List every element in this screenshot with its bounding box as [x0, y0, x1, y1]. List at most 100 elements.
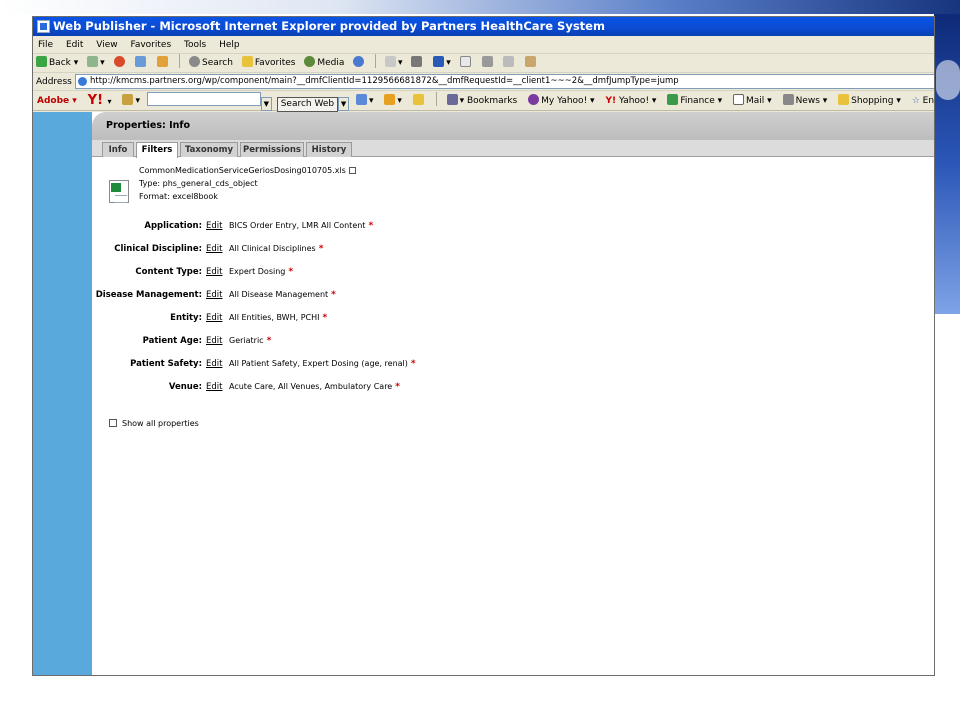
menu-favorites[interactable]: Favorites: [125, 36, 176, 54]
edit-link[interactable]: Edit: [206, 267, 222, 277]
adobe-label: Adobe: [37, 96, 70, 106]
edit-link[interactable]: Edit: [206, 290, 222, 300]
news-icon: [782, 94, 794, 105]
popup-blocker-icon: [412, 94, 424, 105]
left-nav-bar: [33, 112, 92, 675]
property-value: Acute Care, All Venues, Ambulatory Care *: [229, 382, 400, 392]
discuss-button[interactable]: [457, 54, 476, 73]
tab-history[interactable]: History: [306, 142, 352, 157]
toolbar-separator: [179, 54, 181, 68]
toolbar-separator: [435, 92, 437, 106]
back-button[interactable]: Back ▾: [33, 54, 81, 73]
slide-canvas: Web Publisher - Microsoft Internet Explo…: [0, 0, 960, 720]
shopping-bag-icon: [838, 94, 850, 105]
tab-filters[interactable]: Filters: [136, 142, 178, 158]
yahoo-toolbar: Adobe ▾ Y! ▾ ▾ ▼ Search Web ▼ ▾ ▾ ▾ Bookm…: [33, 91, 934, 112]
file-type: Type: phs_general_cds_object: [139, 179, 258, 188]
news-button[interactable]: News ▾: [779, 91, 832, 111]
refresh-button[interactable]: [132, 54, 151, 73]
toolbar-separator: [375, 54, 377, 68]
finance-button[interactable]: Finance ▾: [663, 91, 726, 111]
mail-icon: [385, 56, 397, 67]
edit-file-icon[interactable]: [348, 167, 356, 174]
menu-edit[interactable]: Edit: [61, 36, 88, 54]
popup-blocker-button[interactable]: [409, 91, 430, 111]
edit-link[interactable]: Edit: [206, 359, 222, 369]
adobe-button[interactable]: Adobe ▾: [33, 91, 81, 111]
menu-bar: File Edit View Favorites Tools Help: [33, 36, 934, 54]
property-label: Application:: [144, 221, 202, 231]
bookmarks-button[interactable]: ▾ Bookmarks: [443, 91, 522, 111]
print-button[interactable]: [408, 54, 427, 73]
browser-window: Web Publisher - Microsoft Internet Explo…: [32, 16, 935, 676]
scissors-icon: [481, 56, 493, 67]
shield-icon: [384, 94, 396, 105]
paste-button[interactable]: [522, 54, 541, 73]
required-marker: *: [266, 336, 272, 346]
word-edit-button[interactable]: ▾: [430, 54, 454, 73]
edit-link[interactable]: Edit: [206, 382, 222, 392]
show-all-properties-checkbox[interactable]: [109, 419, 117, 427]
my-yahoo-button[interactable]: My Yahoo! ▾: [524, 91, 598, 111]
antispy-button[interactable]: ▾: [380, 91, 406, 111]
yahoo-search-input[interactable]: [146, 92, 261, 106]
search-web-button[interactable]: Search Web: [276, 97, 339, 112]
cut-button[interactable]: [479, 54, 498, 73]
property-label: Venue:: [168, 382, 202, 392]
tab-info[interactable]: Info: [102, 142, 134, 157]
property-value: Geriatric *: [229, 336, 272, 346]
menu-file[interactable]: File: [33, 36, 58, 54]
highlight-button[interactable]: ▾: [352, 91, 378, 111]
copy-button[interactable]: [500, 54, 519, 73]
pencil-button[interactable]: ▾: [118, 91, 144, 111]
stop-icon: [113, 56, 125, 67]
properties-panel: Properties: Info Info Filters Taxonomy P…: [92, 112, 934, 675]
tab-permissions[interactable]: Permissions: [240, 142, 304, 157]
address-label: Address: [36, 77, 72, 87]
forward-button[interactable]: ▾: [84, 54, 108, 73]
history-button[interactable]: [350, 54, 369, 73]
highlight-icon: [356, 94, 367, 105]
home-button[interactable]: [154, 54, 173, 73]
entertainment-button[interactable]: ☆ Entertainment ▾: [908, 91, 934, 111]
mail-button[interactable]: Mail ▾: [729, 91, 776, 111]
paste-icon: [525, 56, 537, 67]
edit-link[interactable]: Edit: [206, 244, 222, 254]
slide-swoosh-highlight: [936, 60, 960, 100]
back-arrow-icon: [36, 56, 47, 67]
property-label: Entity:: [170, 313, 202, 323]
property-value: All Patient Safety, Expert Dosing (age, …: [229, 359, 416, 369]
tab-taxonomy[interactable]: Taxonomy: [180, 142, 238, 157]
slide-right-swoosh: [934, 14, 960, 314]
media-button[interactable]: Media: [301, 54, 347, 73]
shopping-button[interactable]: Shopping ▾: [834, 91, 905, 111]
my-yahoo-icon: [528, 94, 540, 105]
address-input[interactable]: http://kmcms.partners.org/wp/component/m…: [75, 74, 934, 89]
yahoo-button[interactable]: Y! Yahoo! ▾: [601, 91, 660, 111]
file-name: CommonMedicationServiceGeriosDosing01070…: [139, 166, 346, 175]
word-icon: [433, 56, 445, 67]
edit-link[interactable]: Edit: [206, 221, 222, 231]
menu-help[interactable]: Help: [214, 36, 245, 54]
window-titlebar[interactable]: Web Publisher - Microsoft Internet Explo…: [33, 17, 934, 36]
excel-file-icon: [109, 180, 129, 203]
favorites-button[interactable]: Favorites: [239, 54, 299, 73]
edit-link[interactable]: Edit: [206, 336, 222, 346]
search-dropdown-arrow[interactable]: ▼: [260, 97, 272, 111]
stop-button[interactable]: [111, 54, 130, 73]
bookmarks-icon: [446, 94, 458, 105]
slide-top-gradient: [0, 0, 960, 14]
search-web-dropdown[interactable]: ▼: [338, 97, 350, 111]
panel-header: Properties: Info: [92, 112, 934, 140]
property-label: Patient Age:: [142, 336, 202, 346]
media-icon: [304, 56, 316, 67]
menu-view[interactable]: View: [91, 36, 122, 54]
menu-tools[interactable]: Tools: [179, 36, 211, 54]
yahoo-logo-button[interactable]: Y! ▾: [84, 91, 116, 112]
yahoo-icon: Y!: [605, 96, 617, 106]
home-icon: [157, 56, 169, 67]
edit-link[interactable]: Edit: [206, 313, 222, 323]
mail-button[interactable]: ▾: [382, 54, 406, 73]
copy-icon: [503, 56, 515, 67]
search-button[interactable]: Search: [186, 54, 236, 73]
